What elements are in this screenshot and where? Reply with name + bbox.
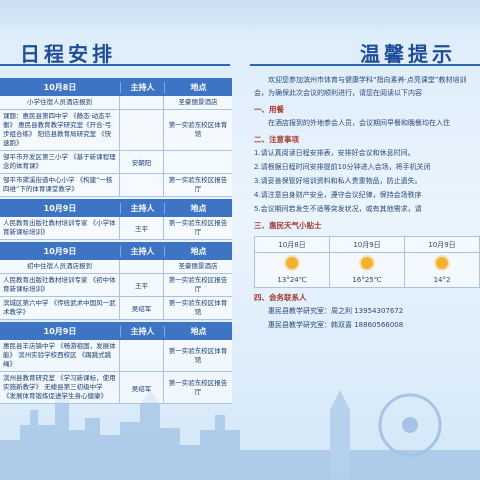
sun-icon [436, 257, 448, 269]
title-divider-left [0, 64, 230, 66]
note-item: 1.请认真阅读日程安排表，安排好会议和休息时间。 [254, 149, 415, 157]
weather-date: 10月9日 [405, 237, 479, 253]
row-host: 吴绍军 [120, 372, 164, 403]
row-place: 第一实验东校区体育馆 [168, 299, 228, 316]
host-header: 主持人 [120, 202, 164, 214]
day-header: 10月9日 主持人 地点 [0, 322, 232, 340]
day-date: 10月9日 [43, 203, 77, 213]
row-place: 第一实验东校区报告厅 [168, 219, 228, 236]
row-host: 王平 [120, 274, 164, 296]
schedule-flyer: 日程安排 温馨提示 10月8日 主持人 地点 小学住宿人员酒店报到 圣豪丽景酒店… [0, 0, 480, 480]
table-row: 邹平市开发区第三小学 《基于新课程理念的体育课》 安朝阳 [0, 151, 232, 174]
note-item: 4.请注意自身财产安全，遵守会议纪律，保持会场秩序 [254, 191, 422, 199]
row-host [120, 96, 164, 109]
table-row: 惠民县丰店镇中学 《畅游祖国，发展体能》 滨州实验学校西校区 《踢跳式跳绳》 第… [0, 340, 232, 372]
table-row: 初中住宿人员酒店报到 圣豪丽景酒店 [0, 260, 232, 274]
row-content: 惠民县丰店镇中学 《畅游祖国，发展体能》 滨州实验学校西校区 《踢跳式跳绳》 [0, 340, 120, 371]
row-host [120, 110, 164, 150]
place-header: 地点 [164, 325, 232, 337]
row-content: 邹平市黛溪街道中心小学 《构建“一核四维”下的体育课堂教学》 [0, 174, 120, 196]
section-heading-weather: 三、惠民天气小贴士 [254, 221, 322, 230]
row-place: 第一实验东校区报告厅 [168, 378, 228, 396]
row-place: 第一实验东校区体育馆 [168, 346, 228, 364]
day-header: 10月9日 主持人 地点 [0, 242, 232, 260]
row-content: 课题：惠民县第四中学 《静态·动态平衡》 惠民县教育教学研究室《开合·弓步组合练… [0, 110, 120, 150]
section-heading-meals: 一、用餐 [254, 105, 284, 114]
place-header: 地点 [164, 245, 232, 257]
row-host [120, 174, 164, 196]
place-header: 地点 [164, 81, 232, 93]
table-row: 课题：惠民县第四中学 《静态·动态平衡》 惠民县教育教学研究室《开合·弓步组合练… [0, 110, 232, 151]
table-row: 人民教育出版社教材培训专家 《小学体育新课标培训》 王平 第一实验东校区报告厅 [0, 217, 232, 240]
row-host: 吴绍军 [120, 297, 164, 319]
row-place: 第一实验东校区报告厅 [168, 176, 228, 193]
weather-day: 10月9日 16°25℃ [330, 236, 405, 288]
row-host: 王平 [120, 217, 164, 239]
day-header: 10月9日 主持人 地点 [0, 199, 232, 217]
row-content: 人民教育出版社教材培训专家 《小学体育新课标培训》 [0, 217, 120, 239]
schedule-table: 10月8日 主持人 地点 小学住宿人员酒店报到 圣豪丽景酒店 课题：惠民县第四中… [0, 76, 232, 404]
row-place: 第一实验东校区体育馆 [168, 121, 228, 138]
weather-temp: 13°24℃ [277, 276, 307, 284]
row-content: 滨城区第六中学 《传统武术中国风一武术教学》 [0, 297, 120, 319]
row-host [120, 260, 164, 273]
day-date: 10月9日 [43, 246, 77, 256]
schedule-title: 日程安排 [20, 42, 116, 66]
row-content: 初中住宿人员酒店报到 [0, 260, 120, 273]
table-row: 滨州县教育研究室 《学习新课标，使用实施新教学》 无棣县第三初级中学 《发展体育… [0, 372, 232, 404]
table-row: 人民教育出版社教材培训专家 《初中体育新课标培训》 王平 第一实验东校区报告厅 [0, 274, 232, 297]
row-place: 圣豪丽景酒店 [178, 262, 218, 270]
weather-date: 10月9日 [330, 237, 404, 253]
weather-day: 10月8日 13°24℃ [254, 236, 330, 288]
top-band [0, 0, 480, 36]
tips-title: 温馨提示 [360, 42, 456, 66]
weather-temp: 16°25℃ [352, 276, 382, 284]
day-date: 10月9日 [43, 326, 77, 336]
row-place: 圣豪丽景酒店 [178, 98, 218, 106]
row-content: 滨州县教育研究室 《学习新课标，使用实施新教学》 无棣县第三初级中学 《发展体育… [0, 372, 120, 403]
weather-temp: 14°2 [433, 276, 451, 284]
section-heading-notes: 二、注意事项 [254, 135, 299, 144]
table-row: 滨城区第六中学 《传统武术中国风一武术教学》 吴绍军 第一实验东校区体育馆 [0, 297, 232, 320]
sun-icon [361, 257, 373, 269]
weather-date: 10月8日 [255, 237, 329, 253]
day-date: 10月8日 [43, 82, 77, 92]
row-host: 安朝阳 [120, 151, 164, 173]
contact-line: 惠民县教学研究室：周之利 13954307672 [268, 307, 404, 315]
row-place [164, 151, 232, 173]
tips-intro: 欢迎您参加滨州市体育与健康学科“指向素养·点亮课堂”教材培训会，为确保此次会议的… [254, 76, 467, 97]
note-item: 5.会议期间若发生不适等突发状况，或有其他需求，请 [254, 205, 422, 213]
row-content: 小学住宿人员酒店报到 [0, 96, 120, 109]
host-header: 主持人 [120, 325, 164, 337]
table-row: 邹平市黛溪街道中心小学 《构建“一核四维”下的体育课堂教学》 第一实验东校区报告… [0, 174, 232, 197]
weather-day: 10月9日 14°2 [405, 236, 480, 288]
host-header: 主持人 [120, 245, 164, 257]
note-item: 2.请根据日程时间安排提前10分钟进入会场，将手机关闭 [254, 163, 431, 171]
note-item: 3.请妥善保管好培训资料和私人贵重物品，防止遗失。 [254, 177, 422, 185]
weather-table: 10月8日 13°24℃ 10月9日 16°25℃ 10月9日 14°2 [254, 236, 480, 288]
title-divider-right [250, 64, 480, 66]
row-content: 人民教育出版社教材培训专家 《初中体育新课标培训》 [0, 274, 120, 296]
table-row: 小学住宿人员酒店报到 圣豪丽景酒店 [0, 96, 232, 110]
row-place: 第一实验东校区报告厅 [168, 276, 228, 293]
tips-panel: 欢迎您参加滨州市体育与健康学科“指向素养·点亮课堂”教材培训会，为确保此次会议的… [254, 74, 480, 333]
day-header: 10月8日 主持人 地点 [0, 78, 232, 96]
row-content: 邹平市开发区第三小学 《基于新课程理念的体育课》 [0, 151, 120, 173]
meals-text: 在酒店报到的外地参会人员，会议期间早餐和晚餐均在入住 [268, 119, 450, 127]
host-header: 主持人 [120, 81, 164, 93]
section-heading-contacts: 四、会务联系人 [254, 293, 307, 302]
sun-icon [286, 257, 298, 269]
row-host [120, 340, 164, 371]
contact-line: 惠民县教学研究室：韩双喜 18860566008 [268, 321, 404, 329]
place-header: 地点 [164, 202, 232, 214]
